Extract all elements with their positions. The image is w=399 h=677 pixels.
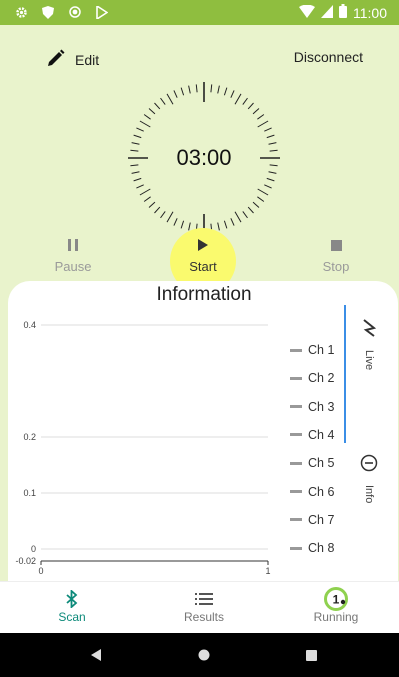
legend-swatch [290,490,302,493]
battery-icon [339,4,347,21]
legend-swatch [290,348,302,352]
pause-label: Pause [54,259,92,274]
legend-swatch [290,405,302,409]
y-tick-label: 0 [31,544,36,554]
info-tab-label: Info [363,485,375,504]
x-tick-label: 0 [38,566,43,576]
clock-time: 11:00 [353,4,387,21]
legend-label: Ch 3 [308,399,335,414]
pencil-icon [47,49,65,70]
bottom-navigation: Scan Results 1 Running [0,581,399,633]
legend-item[interactable]: Ch 3 [290,400,334,414]
edit-button[interactable]: Edit [47,49,99,70]
info-icon [360,454,378,477]
y-tick-label: 0.2 [23,432,36,442]
list-icon [159,582,249,610]
legend-item[interactable]: Ch 8 [290,541,334,555]
legend-item[interactable]: Ch 6 [290,485,334,499]
shield-icon [41,5,55,19]
start-label: Start [189,259,217,274]
legend-label: Ch 8 [308,541,335,556]
legend-label: Ch 7 [308,512,335,527]
circle-icon [68,5,82,19]
nav-results-label: Results [183,610,224,624]
nav-running-label: Running [313,610,359,624]
legend-label: Ch 2 [308,371,335,386]
status-bar: 11:00 [0,0,399,25]
legend-swatch [290,433,302,437]
legend-label: Ch 4 [308,427,335,442]
recents-icon[interactable] [302,646,320,664]
legend-label: Ch 1 [308,343,335,357]
running-count-badge: 1 [333,593,340,607]
legend-item[interactable]: Ch 7 [290,513,334,527]
legend-item[interactable]: Ch 4 [290,428,334,442]
live-tab-indicator [344,305,346,443]
info-tab[interactable]: Info [352,454,386,503]
legend-swatch [290,376,302,380]
back-icon[interactable] [87,646,105,664]
nav-results[interactable]: Results [159,582,249,624]
play-store-icon [95,5,109,19]
legend-item[interactable]: Ch 5 [290,456,334,470]
legend-label: Ch 5 [308,456,335,471]
pause-button[interactable]: Pause [38,235,108,274]
signal-icon [321,4,333,21]
pause-icon [38,235,108,255]
disconnect-button[interactable]: Disconnect [294,49,363,65]
timer-section: Edit Disconnect 03:00 Pause Start Stop [0,25,399,297]
home-icon[interactable] [195,646,213,664]
system-navigation-bar [0,633,399,677]
information-card: Information 0.4 0.2 0.1 0 -0.02 0 1 Ch 1 Ch 2 Ch… [8,281,398,581]
play-icon [168,235,238,255]
live-tab-label: Live [363,350,375,371]
nav-running[interactable]: 1 Running [291,582,381,624]
start-button[interactable]: Start [168,235,238,274]
legend-item[interactable]: Ch 1 [290,343,334,357]
nav-scan-label: Scan [58,610,86,624]
legend-swatch [290,518,302,522]
stop-icon [301,235,371,255]
stop-label: Stop [322,259,350,274]
stop-button[interactable]: Stop [301,235,371,274]
y-tick-label: 0.1 [23,488,36,498]
y-tick-label: 0.4 [23,320,36,330]
wifi-icon [299,4,315,21]
live-signal-icon [362,319,377,342]
y-tick-label: -0.02 [15,556,36,566]
legend-label: Ch 6 [308,484,335,499]
settings-icon [14,5,28,19]
bluetooth-icon [27,582,117,610]
timer-display: 03:00 [176,145,232,170]
running-counter-icon: 1 [291,582,381,611]
edit-label: Edit [75,51,100,68]
legend-item[interactable]: Ch 2 [290,371,334,385]
live-tab[interactable]: Live [352,319,386,370]
nav-scan[interactable]: Scan [27,582,117,624]
x-tick-label: 1 [265,566,270,576]
signal-chart: 0.40.20.10-0.020 1 [15,320,270,576]
legend-swatch [290,461,302,465]
legend-swatch [290,546,302,550]
